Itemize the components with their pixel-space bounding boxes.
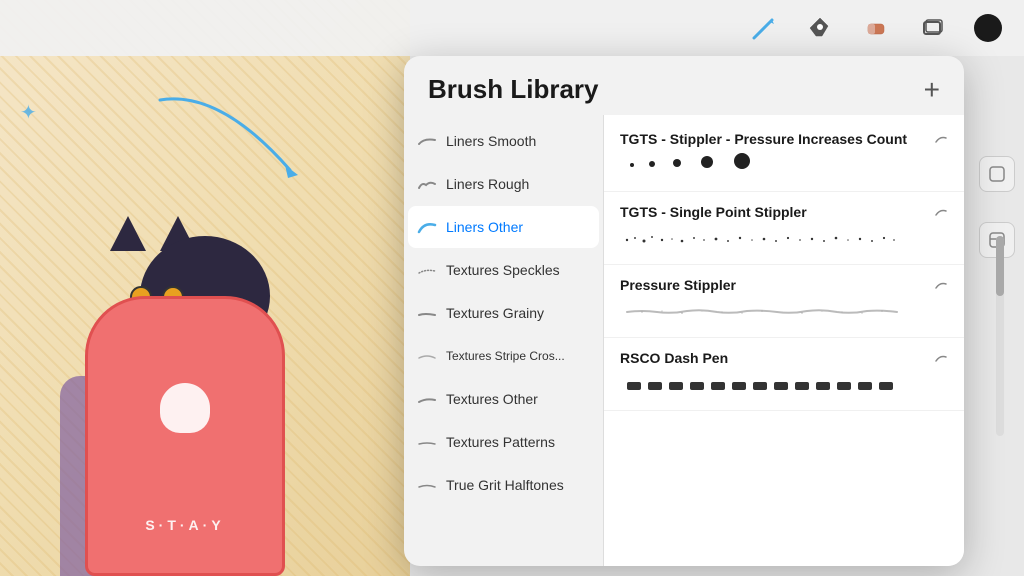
brush-stroke-icon-7 (416, 388, 438, 410)
category-item-textures-speckles[interactable]: Textures Speckles (408, 249, 599, 291)
category-item-textures-other[interactable]: Textures Other (408, 378, 599, 420)
brush-stroke-icon-9 (416, 474, 438, 496)
category-item-liners-other[interactable]: Liners Other (408, 206, 599, 248)
panel-title: Brush Library (428, 74, 599, 105)
brush-stroke-icon-6 (416, 345, 438, 367)
brush-preview-textured (620, 297, 948, 325)
brush-stroke-icon-3 (416, 216, 438, 238)
color-picker-icon[interactable] (972, 12, 1004, 44)
brush-item-pressure-stippler[interactable]: Pressure Stippler (604, 265, 964, 338)
scroll-rail (996, 236, 1004, 436)
brush-list: TGTS - Stippler - Pressure Increases Cou… (604, 115, 964, 566)
brush-stroke-icon-8 (416, 431, 438, 453)
brush-item-tgts-stippler[interactable]: TGTS - Stippler - Pressure Increases Cou… (604, 119, 964, 192)
brush-stroke-icon-5 (416, 302, 438, 324)
brush-stroke-icon-1 (416, 130, 438, 152)
category-item-liners-smooth[interactable]: Liners Smooth (408, 120, 599, 162)
brush-preview-icon-1 (934, 132, 948, 146)
category-list: Liners Smooth Liners Rough Liners Other (404, 115, 604, 566)
right-panel (969, 56, 1024, 278)
brush-item-rsco-dash[interactable]: RSCO Dash Pen (604, 338, 964, 411)
brush-stroke-icon-2 (416, 173, 438, 195)
brush-preview-dots-1 (620, 151, 948, 179)
layers-icon[interactable] (916, 12, 948, 44)
brush-preview-icon-2 (934, 205, 948, 219)
brush-stroke-icon-4 (416, 259, 438, 281)
brush-preview-dots-2 (620, 224, 948, 252)
toolbar (0, 0, 1024, 56)
pencil-tool-icon[interactable] (748, 12, 780, 44)
category-item-true-grit[interactable]: True Grit Halftones (408, 464, 599, 506)
brush-item-tgts-single[interactable]: TGTS - Single Point Stippler (604, 192, 964, 265)
arrow-annotation (140, 80, 340, 200)
eraser-tool-icon[interactable] (860, 12, 892, 44)
scroll-thumb[interactable] (996, 236, 1004, 296)
category-item-liners-rough[interactable]: Liners Rough (408, 163, 599, 205)
tombstone-text: S·T·A·Y (145, 517, 224, 533)
category-item-textures-stripe[interactable]: Textures Stripe Cros... (408, 335, 599, 377)
square-icon (987, 164, 1007, 184)
panel-toggle-button-1[interactable] (979, 156, 1015, 192)
category-item-textures-grainy[interactable]: Textures Grainy (408, 292, 599, 334)
brush-library-panel: Brush Library + Liners Smooth Liners Rou… (404, 56, 964, 566)
brush-preview-icon-3 (934, 278, 948, 292)
canvas-area: S·T·A·Y ✦ (0, 0, 410, 576)
brush-preview-icon-4 (934, 351, 948, 365)
add-brush-button[interactable]: + (924, 76, 940, 104)
category-item-textures-patterns[interactable]: Textures Patterns (408, 421, 599, 463)
brush-preview-dashes (620, 370, 948, 398)
pen-tool-icon[interactable] (804, 12, 836, 44)
